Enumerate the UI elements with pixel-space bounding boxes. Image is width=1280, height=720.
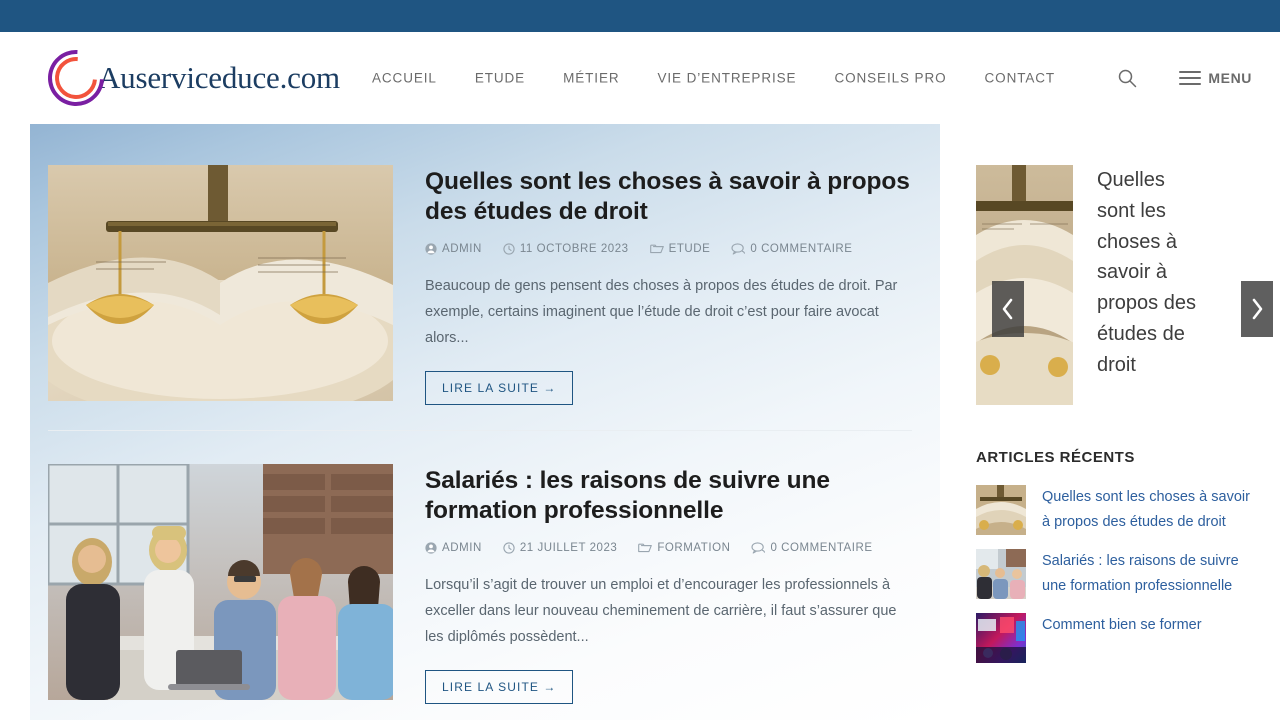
header-tools: MENU — [1117, 68, 1252, 88]
meta-category[interactable]: ETUDE — [649, 242, 711, 255]
recent-post-link[interactable]: Comment bien se former — [1042, 613, 1202, 638]
list-item: Salariés : les raisons de suivre une for… — [976, 549, 1266, 599]
nav-item-etude[interactable]: ETUDE — [475, 71, 525, 86]
meta-author-label: ADMIN — [442, 242, 482, 255]
site-title: Auserviceduce.com — [98, 60, 340, 95]
primary-navigation: ACCUEIL ETUDE MÉTIER VIE D’ENTREPRISE CO… — [372, 71, 1055, 86]
recent-thumbnail[interactable] — [976, 613, 1026, 663]
site-header: Auserviceduce.com ACCUEIL ETUDE MÉTIER V… — [0, 32, 1280, 124]
article-excerpt: Lorsqu’il s’agit de trouver un emploi et… — [425, 576, 897, 646]
logo-c-rings-icon — [36, 38, 116, 118]
meta-date[interactable]: 11 OCTOBRE 2023 — [503, 243, 629, 255]
recent-posts-list: Quelles sont les choses à savoir à propo… — [976, 485, 1266, 663]
article-excerpt: Beaucoup de gens pensent des choses à pr… — [425, 277, 898, 347]
meta-author[interactable]: ADMIN — [425, 542, 482, 554]
meta-comments[interactable]: 0 COMMENTAIRE — [731, 243, 852, 255]
recent-post-link[interactable]: Salariés : les raisons de suivre une for… — [1042, 549, 1254, 599]
search-icon[interactable] — [1117, 68, 1137, 88]
meta-comments-label: 0 COMMENTAIRE — [750, 242, 853, 255]
nav-item-accueil[interactable]: ACCUEIL — [372, 71, 437, 86]
recent-thumbnail[interactable] — [976, 549, 1026, 599]
user-icon — [425, 243, 437, 255]
read-more-button[interactable]: LIRE LA SUITE → — [425, 371, 573, 406]
user-icon — [425, 542, 437, 554]
slider-next-button[interactable] — [1241, 281, 1273, 337]
clock-icon — [503, 243, 515, 255]
article-title[interactable]: Salariés : les raisons de suivre une for… — [425, 466, 930, 526]
article-thumbnail[interactable] — [48, 464, 393, 700]
hamburger-icon — [1179, 71, 1202, 85]
article-card: Salariés : les raisons de suivre une for… — [48, 464, 930, 705]
nav-item-metier[interactable]: MÉTIER — [563, 71, 619, 86]
article-thumbnail[interactable] — [48, 165, 393, 401]
nav-item-vie-entreprise[interactable]: VIE D’ENTREPRISE — [658, 71, 797, 86]
meta-author[interactable]: ADMIN — [425, 243, 482, 255]
article-meta: ADMIN 21 JUILLET 2023 FORMATION 0 COMMEN… — [425, 542, 930, 554]
comment-icon — [731, 243, 746, 255]
recent-posts-heading: ARTICLES RÉCENTS — [976, 449, 1135, 466]
recent-thumbnail[interactable] — [976, 485, 1026, 535]
meta-date[interactable]: 21 JUILLET 2023 — [503, 542, 618, 554]
meta-author-label: ADMIN — [442, 541, 482, 554]
featured-slider: Quelles sont les choses à savoir à propo… — [976, 165, 1273, 415]
chevron-left-icon — [1002, 298, 1013, 320]
slider-title[interactable]: Quelles sont les choses à savoir à propo… — [1097, 165, 1202, 381]
article-meta: ADMIN 11 OCTOBRE 2023 ETUDE 0 COMMENTAIR… — [425, 243, 930, 255]
list-item: Comment bien se former — [976, 613, 1266, 663]
meta-comments[interactable]: 0 COMMENTAIRE — [751, 542, 872, 554]
comment-icon — [751, 542, 766, 554]
meta-date-label: 11 OCTOBRE 2023 — [519, 242, 629, 255]
meta-category[interactable]: FORMATION — [638, 542, 730, 554]
clock-icon — [503, 542, 515, 554]
top-accent-bar — [0, 0, 1280, 32]
slider-prev-button[interactable] — [992, 281, 1024, 337]
list-item: Quelles sont les choses à savoir à propo… — [976, 485, 1266, 535]
nav-item-contact[interactable]: CONTACT — [985, 71, 1056, 86]
article-card: Quelles sont les choses à savoir à propo… — [48, 165, 930, 406]
read-more-button[interactable]: LIRE LA SUITE → — [425, 670, 573, 705]
site-logo[interactable]: Auserviceduce.com — [36, 38, 340, 118]
article-divider — [48, 430, 912, 431]
meta-category-label: FORMATION — [657, 541, 731, 554]
article-title[interactable]: Quelles sont les choses à savoir à propo… — [425, 167, 930, 227]
main-content: Quelles sont les choses à savoir à propo… — [30, 124, 940, 720]
meta-category-label: ETUDE — [668, 242, 711, 255]
nav-item-conseils-pro[interactable]: CONSEILS PRO — [834, 71, 946, 86]
folder-icon — [638, 543, 653, 552]
meta-comments-label: 0 COMMENTAIRE — [770, 541, 873, 554]
page-root: Auserviceduce.com ACCUEIL ETUDE MÉTIER V… — [0, 0, 1280, 720]
sidebar: Quelles sont les choses à savoir à propo… — [952, 124, 1280, 720]
menu-label: MENU — [1208, 70, 1252, 86]
folder-icon — [649, 244, 664, 253]
recent-post-link[interactable]: Quelles sont les choses à savoir à propo… — [1042, 485, 1254, 535]
meta-date-label: 21 JUILLET 2023 — [519, 541, 618, 554]
menu-toggle-button[interactable]: MENU — [1179, 70, 1252, 86]
chevron-right-icon — [1252, 298, 1263, 320]
slider-thumbnail[interactable] — [976, 165, 1073, 405]
